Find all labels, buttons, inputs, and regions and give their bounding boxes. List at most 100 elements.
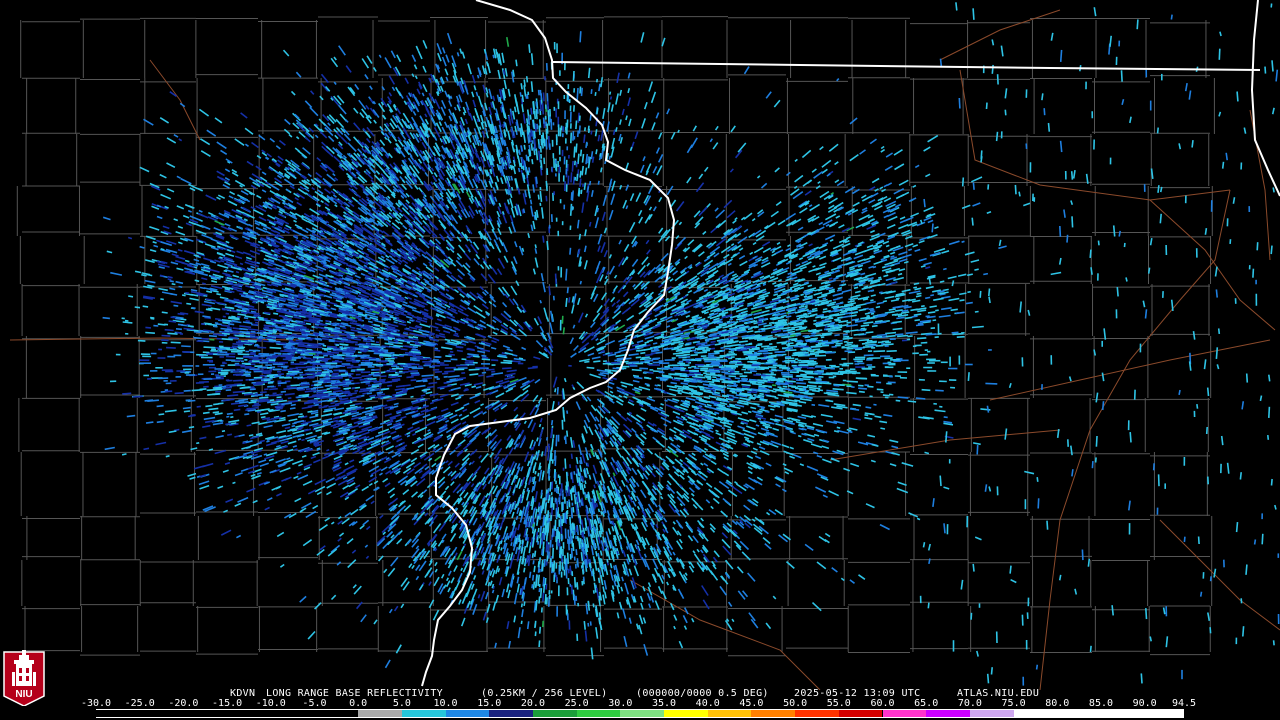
echo-gate (137, 339, 146, 342)
echo-gate (387, 195, 391, 199)
echo-gate (175, 255, 186, 260)
echo-gate (201, 303, 212, 307)
echo-gate (397, 258, 403, 263)
echo-gate (409, 259, 414, 263)
echo-gate (245, 320, 250, 323)
echo-gate (261, 189, 267, 193)
echo-gate (203, 416, 216, 421)
echo-gate (333, 387, 341, 390)
echo-gate (441, 346, 453, 350)
echo-gate (434, 347, 439, 350)
echo-gate (286, 386, 298, 389)
echo-gate (156, 215, 163, 220)
echo-gate (385, 445, 394, 451)
echo-gate (339, 532, 345, 537)
echo-gate (421, 191, 425, 196)
echo-gate (265, 337, 276, 340)
county-boundaries (16, 16, 1215, 657)
echo-gate (481, 354, 487, 357)
echo-gate (257, 346, 267, 349)
echo-gate (368, 482, 373, 487)
echo-gate (279, 333, 287, 336)
echo-gate (143, 447, 150, 451)
echo-gate (369, 394, 377, 398)
echo-gate (188, 426, 195, 429)
echo-gate (410, 379, 417, 382)
echo-gate (422, 262, 428, 267)
echo-gate (428, 457, 433, 462)
echo-gate (250, 310, 257, 314)
echo-gate (388, 335, 396, 339)
echo-gate (393, 344, 403, 348)
echo-gate (193, 258, 200, 262)
echo-gate (367, 320, 373, 324)
echo-gate (164, 409, 177, 413)
echo-gate (174, 392, 184, 395)
echo-gate (214, 412, 223, 416)
echo-gate (341, 517, 350, 525)
echo-gate (238, 398, 249, 402)
echo-gate (214, 117, 223, 124)
echo-gate (338, 397, 343, 400)
echo-gate (403, 338, 411, 342)
echo-gate (356, 412, 362, 416)
echo-gate (205, 194, 217, 201)
echo-gate (343, 285, 350, 290)
echo-gate (234, 502, 242, 507)
echo-gate (227, 394, 239, 397)
echo-gate (217, 485, 224, 489)
echo-gate (212, 422, 224, 426)
echo-gate (401, 259, 409, 265)
echo-gate (175, 280, 184, 285)
echo-gate (234, 435, 240, 438)
echo-gate (455, 396, 462, 400)
echo-gate (319, 249, 324, 253)
echo-gate (280, 440, 289, 445)
echo-gate (428, 381, 438, 385)
echo-gate (311, 344, 319, 347)
echo-gate (379, 421, 387, 425)
echo-gate (292, 445, 298, 448)
echo-gate (132, 395, 143, 398)
echo-gate (397, 371, 409, 374)
echo-gate (289, 407, 296, 410)
echo-gate (534, 378, 541, 384)
echo-gate (396, 438, 403, 443)
echo-gate (339, 325, 346, 328)
echo-gate (158, 413, 165, 416)
echo-gate (375, 283, 380, 286)
echo-gate (285, 434, 292, 438)
echo-gate (233, 379, 243, 382)
echo-gate (342, 323, 352, 327)
echo-gate (202, 411, 210, 415)
echo-gate (222, 469, 229, 473)
echo-gate (604, 339, 616, 346)
echo-gate (299, 413, 303, 416)
echo-gate (253, 402, 260, 405)
echo-gate (205, 308, 213, 312)
echo-gate (267, 385, 275, 388)
echo-gate (308, 251, 313, 255)
echo-gate (225, 240, 230, 244)
echo-gate (400, 312, 407, 317)
echo-gate (473, 257, 480, 266)
echo-gate (359, 524, 365, 530)
echo-gate (275, 145, 281, 150)
echo-gate (297, 345, 310, 348)
echo-gate (229, 190, 236, 196)
echo-gate (369, 474, 374, 478)
echo-gate (458, 377, 467, 380)
echo-gate (332, 324, 337, 327)
echo-gate (269, 387, 278, 391)
echo-gate (256, 261, 261, 265)
echo-gate (252, 323, 258, 326)
echo-gate (501, 291, 506, 296)
echo-gate (277, 382, 287, 385)
echo-gate (368, 347, 376, 350)
echo-gate (234, 138, 245, 146)
echo-gate (161, 339, 169, 342)
echo-gate (374, 395, 381, 399)
echo-gate (318, 331, 324, 334)
echo-gate (456, 490, 460, 494)
echo-gate (364, 332, 371, 335)
